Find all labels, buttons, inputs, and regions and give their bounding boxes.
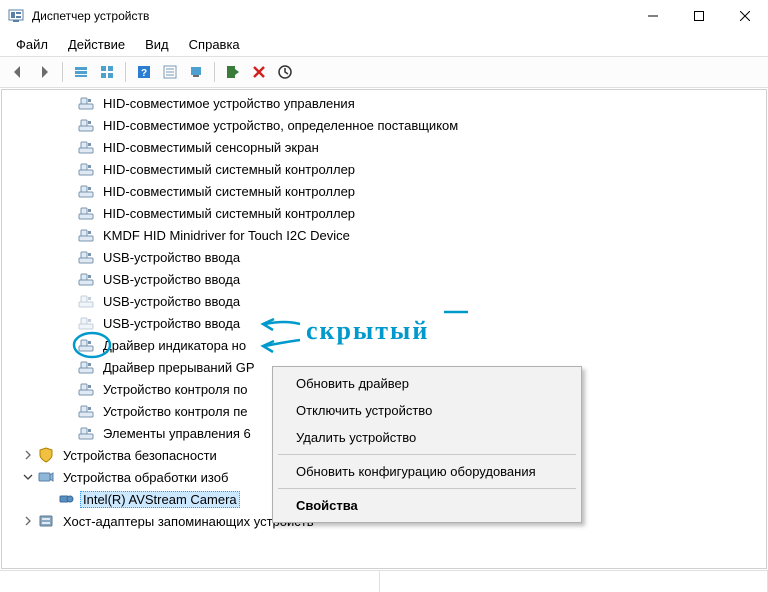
tree-item-label: HID-совместимый системный контроллер — [100, 161, 358, 178]
tree-item-label: HID-совместимое устройство управления — [100, 95, 358, 112]
hid-device-icon — [78, 425, 94, 441]
tree-item[interactable]: HID-совместимый системный контроллер — [2, 180, 766, 202]
scan-button[interactable] — [184, 60, 208, 84]
ctx-scan-hardware[interactable]: Обновить конфигурацию оборудования — [276, 458, 578, 485]
tree-item-label: HID-совместимое устройство, определенное… — [100, 117, 461, 134]
hid-device-icon — [78, 381, 94, 397]
camera-icon — [38, 469, 54, 485]
tree-item-label: USB-устройство ввода — [100, 315, 243, 332]
menubar: Файл Действие Вид Справка — [0, 32, 768, 56]
tree-item-label: HID-совместимый сенсорный экран — [100, 139, 322, 156]
ctx-uninstall-device[interactable]: Удалить устройство — [276, 424, 578, 451]
toolbar: ? — [0, 56, 768, 88]
tree-item-label: USB-устройство ввода — [100, 271, 243, 288]
menu-file[interactable]: Файл — [8, 35, 56, 54]
tree-item[interactable]: USB-устройство ввода — [2, 268, 766, 290]
uninstall-button[interactable] — [247, 60, 271, 84]
hid-device-icon — [78, 183, 94, 199]
tree-item-label: Устройства обработки изоб — [60, 469, 231, 486]
chevron-down-icon[interactable] — [22, 471, 34, 483]
details-button[interactable] — [95, 60, 119, 84]
app-icon — [8, 8, 24, 24]
menu-action[interactable]: Действие — [60, 35, 133, 54]
minimize-button[interactable] — [630, 0, 676, 32]
hid-device-icon — [78, 315, 94, 331]
context-menu: Обновить драйвер Отключить устройство Уд… — [272, 366, 582, 523]
forward-button[interactable] — [32, 60, 56, 84]
tree-item-label: USB-устройство ввода — [100, 293, 243, 310]
maximize-button[interactable] — [676, 0, 722, 32]
tree-item[interactable]: HID-совместимый системный контроллер — [2, 158, 766, 180]
tree-item[interactable]: HID-совместимое устройство, определенное… — [2, 114, 766, 136]
svg-text:?: ? — [141, 68, 147, 79]
statusbar — [0, 570, 768, 592]
close-button[interactable] — [722, 0, 768, 32]
back-button[interactable] — [6, 60, 30, 84]
tree-item[interactable]: Драйвер индикатора но — [2, 334, 766, 356]
window-title: Диспетчер устройств — [32, 9, 630, 23]
tree-item-label: Устройство контроля по — [100, 381, 251, 398]
tree-item-label: USB-устройство ввода — [100, 249, 243, 266]
chevron-right-icon[interactable] — [22, 515, 34, 527]
tree-item-label: HID-совместимый системный контроллер — [100, 183, 358, 200]
tree-item[interactable]: HID-совместимый сенсорный экран — [2, 136, 766, 158]
tree-item-label: Intel(R) AVStream Camera — [80, 491, 240, 508]
chevron-right-icon[interactable] — [22, 449, 34, 461]
tree-item[interactable]: USB-устройство ввода — [2, 246, 766, 268]
hid-device-icon — [78, 139, 94, 155]
help-button[interactable]: ? — [132, 60, 156, 84]
tree-item[interactable]: KMDF HID Minidriver for Touch I2C Device — [2, 224, 766, 246]
tree-item[interactable]: USB-устройство ввода — [2, 290, 766, 312]
ctx-disable-device[interactable]: Отключить устройство — [276, 397, 578, 424]
tree-item-label: Устройства безопасности — [60, 447, 220, 464]
tree-item-label: HID-совместимый системный контроллер — [100, 205, 358, 222]
hid-device-icon — [78, 403, 94, 419]
hid-device-icon — [78, 249, 94, 265]
storage-icon — [38, 513, 54, 529]
tree-item[interactable]: HID-совместимый системный контроллер — [2, 202, 766, 224]
hid-device-icon — [78, 227, 94, 243]
tree-item-label: Драйвер прерываний GP — [100, 359, 258, 376]
ctx-update-driver[interactable]: Обновить драйвер — [276, 370, 578, 397]
hid-device-icon — [78, 293, 94, 309]
toolbar-separator — [62, 62, 63, 82]
ctx-separator — [278, 454, 576, 455]
toolbar-separator — [214, 62, 215, 82]
toolbar-separator — [125, 62, 126, 82]
tree-item[interactable]: HID-совместимое устройство управления — [2, 92, 766, 114]
list-button[interactable] — [158, 60, 182, 84]
hid-device-icon — [78, 337, 94, 353]
hid-device-icon — [78, 117, 94, 133]
update-button[interactable] — [273, 60, 297, 84]
show-all-button[interactable] — [69, 60, 93, 84]
hid-device-icon — [78, 359, 94, 375]
ctx-properties[interactable]: Свойства — [276, 492, 578, 519]
tree-item-label: Устройство контроля пе — [100, 403, 251, 420]
titlebar: Диспетчер устройств — [0, 0, 768, 32]
camera-icon — [58, 491, 74, 507]
tree-item[interactable]: USB-устройство ввода — [2, 312, 766, 334]
hid-device-icon — [78, 161, 94, 177]
hid-device-icon — [78, 95, 94, 111]
tree-item-label: Драйвер индикатора но — [100, 337, 249, 354]
menu-view[interactable]: Вид — [137, 35, 177, 54]
hid-device-icon — [78, 205, 94, 221]
hid-device-icon — [78, 271, 94, 287]
tree-item-label: KMDF HID Minidriver for Touch I2C Device — [100, 227, 353, 244]
menu-help[interactable]: Справка — [181, 35, 248, 54]
shield-icon — [38, 447, 54, 463]
enable-button[interactable] — [221, 60, 245, 84]
tree-item-label: Элементы управления 6 — [100, 425, 254, 442]
ctx-separator — [278, 488, 576, 489]
